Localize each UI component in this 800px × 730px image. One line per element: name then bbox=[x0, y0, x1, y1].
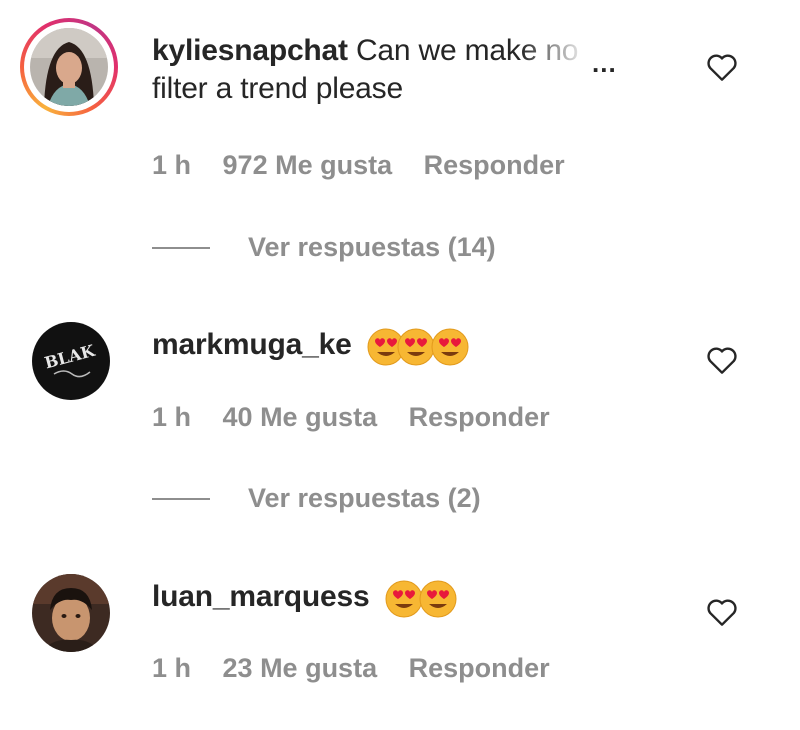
heart-outline-icon[interactable] bbox=[706, 345, 738, 375]
comment-text: kyliesnapchat Can we make no filter a tr… bbox=[152, 32, 578, 108]
avatar[interactable] bbox=[32, 574, 110, 652]
heart-eyes-emoji-2 bbox=[419, 580, 457, 618]
comment-meta: 1 h 40 Me gusta Responder bbox=[152, 402, 574, 433]
username[interactable]: luan_marquess bbox=[152, 580, 370, 613]
heart-outline-icon[interactable] bbox=[706, 597, 738, 627]
comment-luan-marquess: luan_marquess 1 h 23 Me gusta Responder bbox=[0, 552, 800, 730]
comment-markmuga: BLAK markmuga_ke 1 h 40 Me gusta Respond… bbox=[0, 300, 800, 540]
heart-eyes-emoji-3 bbox=[431, 328, 469, 366]
reply-button[interactable]: Responder bbox=[409, 402, 550, 432]
heart-eyes-emoji bbox=[384, 579, 462, 618]
comment-text: luan_marquess bbox=[152, 578, 462, 618]
avatar bbox=[30, 28, 108, 106]
timestamp: 1 h bbox=[152, 150, 192, 180]
blak-logo-avatar: BLAK bbox=[32, 322, 110, 400]
view-replies-label[interactable]: Ver respuestas (2) bbox=[248, 483, 481, 514]
man-portrait-avatar bbox=[32, 574, 110, 652]
likes-count[interactable]: 40 Me gusta bbox=[223, 402, 378, 432]
username[interactable]: kyliesnapchat bbox=[152, 34, 348, 67]
likes-count[interactable]: 972 Me gusta bbox=[223, 150, 393, 180]
heart-eyes-emoji-2 bbox=[397, 328, 435, 366]
story-ring[interactable] bbox=[20, 18, 118, 116]
replies-divider bbox=[152, 246, 210, 249]
heart-eyes-emoji bbox=[366, 327, 478, 366]
woman-portrait-avatar bbox=[30, 28, 108, 106]
view-replies-label[interactable]: Ver respuestas (14) bbox=[248, 232, 496, 263]
likes-count[interactable]: 23 Me gusta bbox=[223, 653, 378, 683]
reply-button[interactable]: Responder bbox=[424, 150, 565, 180]
comment-body: Can we ma bbox=[355, 34, 506, 67]
replies-divider bbox=[152, 497, 210, 500]
view-replies-button[interactable]: Ver respuestas (14) bbox=[152, 232, 496, 263]
username[interactable]: markmuga_ke bbox=[152, 328, 352, 361]
comment-body-faded: ke no bbox=[505, 34, 579, 67]
heart-eyes-emoji-1 bbox=[385, 580, 423, 618]
comment-meta: 1 h 23 Me gusta Responder bbox=[152, 653, 574, 684]
heart-outline-icon[interactable] bbox=[706, 52, 738, 82]
comment-body-line2: filter a trend please bbox=[152, 72, 403, 105]
more-button[interactable]: ... bbox=[592, 48, 617, 79]
avatar[interactable]: BLAK bbox=[32, 322, 110, 400]
timestamp: 1 h bbox=[152, 402, 192, 432]
view-replies-button[interactable]: Ver respuestas (2) bbox=[152, 483, 481, 514]
comment-meta: 1 h 972 Me gusta Responder bbox=[152, 150, 589, 181]
timestamp: 1 h bbox=[152, 653, 192, 683]
comment-kyliesnapchat: kyliesnapchat Can we make no filter a tr… bbox=[0, 0, 800, 300]
reply-button[interactable]: Responder bbox=[409, 653, 550, 683]
comment-text: markmuga_ke bbox=[152, 326, 478, 366]
